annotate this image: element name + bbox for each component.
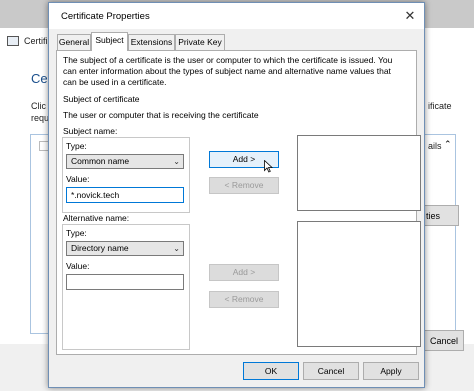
certificate-properties-dialog: Certificate Properties ✕ General Subject…: [48, 2, 425, 388]
tab-general[interactable]: General: [57, 34, 91, 50]
alternative-remove-button[interactable]: < Remove: [209, 291, 279, 308]
chevron-up-icon: ⌃: [444, 139, 452, 149]
subject-type-label: Type:: [66, 141, 87, 151]
alternative-name-label: Alternative name:: [63, 213, 130, 223]
alternative-type-label: Type:: [66, 228, 87, 238]
alternative-add-button[interactable]: Add >: [209, 264, 279, 281]
subject-name-label: Subject name:: [63, 126, 118, 136]
chevron-down-icon: ⌄: [173, 244, 180, 253]
cancel-button[interactable]: Cancel: [303, 362, 359, 380]
subject-description: The user or computer that is receiving t…: [63, 110, 259, 120]
close-icon[interactable]: ✕: [401, 7, 419, 25]
tab-extensions[interactable]: Extensions: [128, 34, 175, 50]
apply-button[interactable]: Apply: [363, 362, 419, 380]
subject-value-label: Value:: [66, 174, 90, 184]
dialog-title-bar: Certificate Properties ✕: [49, 3, 424, 29]
intro-text-line2: can enter information about the types of…: [63, 66, 391, 76]
subject-remove-button[interactable]: < Remove: [209, 177, 279, 194]
alternative-name-group: Type: Directory name ⌄ Value:: [62, 224, 190, 350]
background-text-right: ificate: [428, 101, 452, 111]
subject-type-select[interactable]: Common name ⌄: [66, 154, 184, 169]
alternative-value-input[interactable]: [66, 274, 184, 290]
dialog-title: Certificate Properties: [61, 11, 150, 22]
background-details-label[interactable]: ails: [428, 141, 442, 151]
subject-heading: Subject of certificate: [63, 94, 140, 104]
background-title: Certifi: [24, 36, 48, 46]
certificate-app-icon: [7, 36, 19, 46]
subject-name-group: Type: Common name ⌄ Value: *.novick.tech: [62, 137, 190, 213]
chevron-down-icon: ⌄: [173, 157, 180, 166]
subject-value-input[interactable]: *.novick.tech: [66, 187, 184, 203]
alternative-value-label: Value:: [66, 261, 90, 271]
background-heading: Ce: [31, 71, 48, 86]
subject-values-list[interactable]: [297, 135, 421, 211]
alternative-type-select[interactable]: Directory name ⌄: [66, 241, 184, 256]
intro-text-line1: The subject of a certificate is the user…: [63, 55, 393, 65]
alternative-values-list[interactable]: [297, 221, 421, 347]
tab-subject[interactable]: Subject: [91, 32, 128, 51]
intro-text-line3: can be used in a certificate.: [63, 77, 167, 87]
background-cancel-button[interactable]: Cancel: [424, 330, 464, 351]
background-text-line2: requ: [31, 113, 50, 123]
tab-private-key[interactable]: Private Key: [175, 34, 225, 50]
ok-button[interactable]: OK: [243, 362, 299, 380]
mouse-pointer-icon: [264, 160, 273, 173]
background-text-line1: Clic: [31, 101, 46, 111]
subject-tab-panel: The subject of a certificate is the user…: [56, 50, 421, 355]
